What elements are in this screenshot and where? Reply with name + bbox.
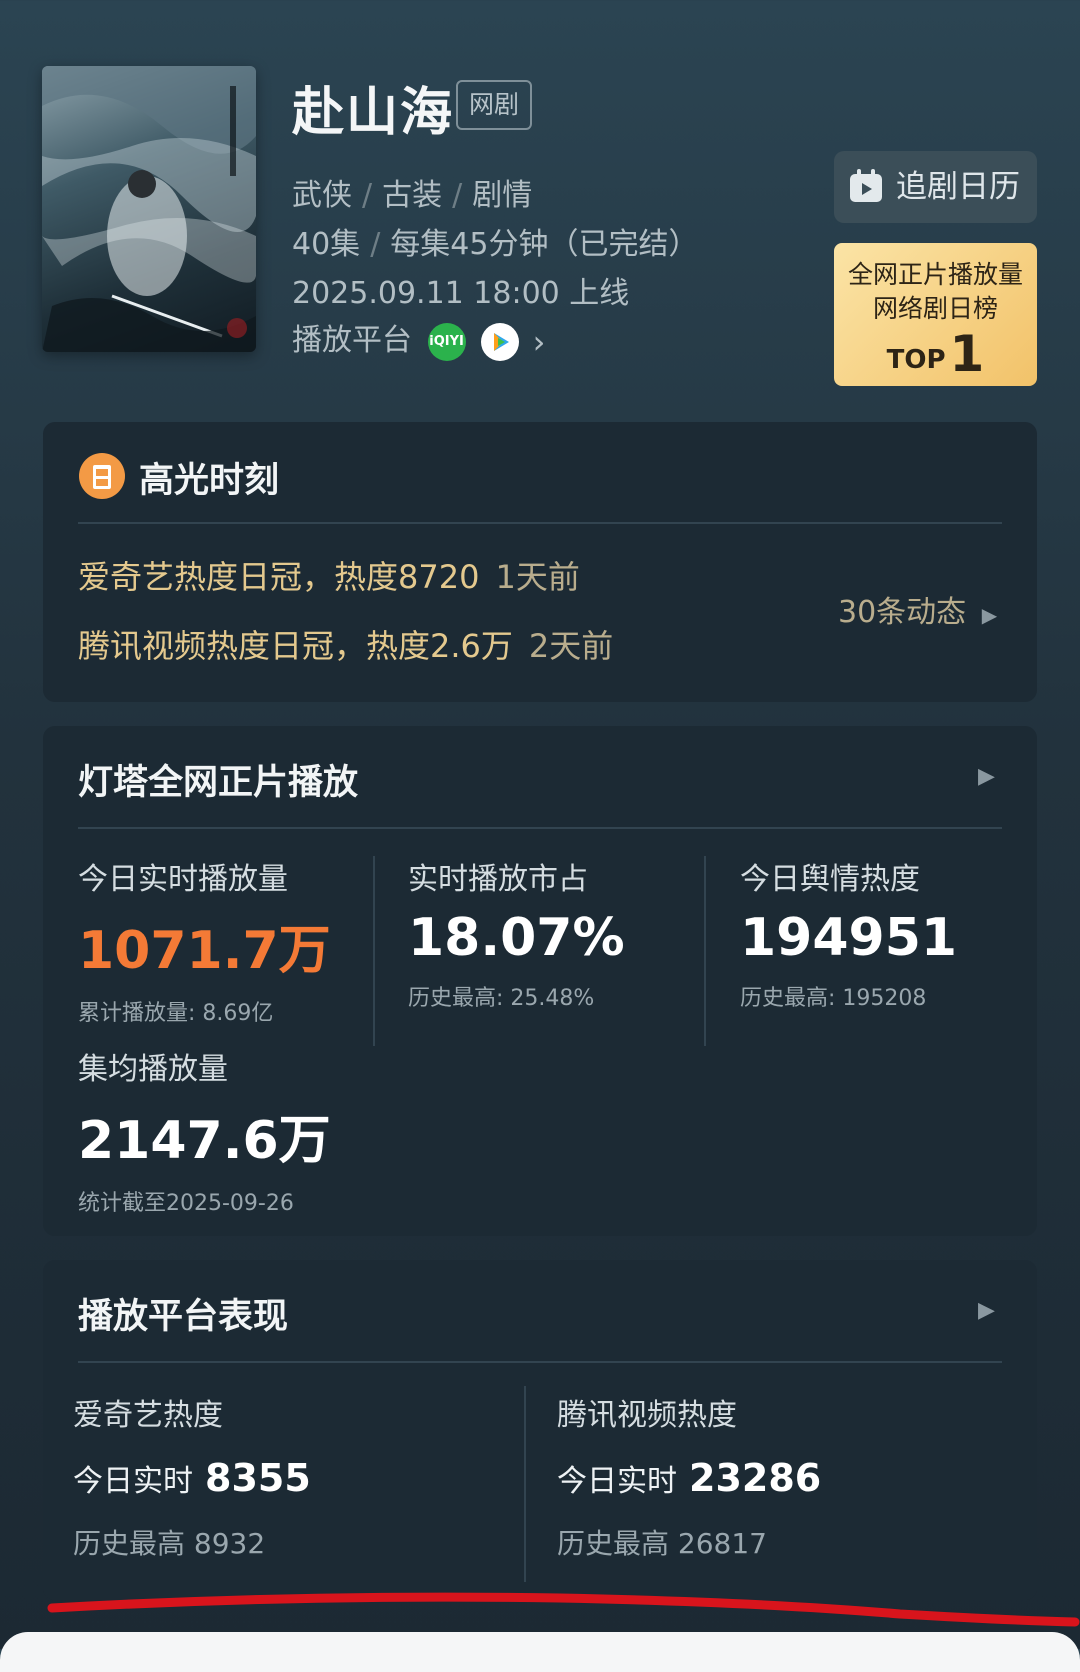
genre-line: 武侠 / 古装 / 剧情	[292, 178, 533, 213]
highlight-item-text: 爱奇艺热度日冠，热度8720	[78, 558, 480, 596]
platform-now-value: 23286	[689, 1456, 822, 1500]
ranking-badge-line1: 全网正片播放量	[847, 260, 1023, 289]
stat-label: 今日舆情热度	[740, 862, 920, 897]
divider	[524, 1386, 526, 1582]
platform-performance-card[interactable]: 播放平台表现 ▶ 爱奇艺热度 今日实时 8355 历史最高 8932 腾讯视频热度…	[43, 1260, 1037, 1600]
platform-now-label: 今日实时	[557, 1464, 677, 1499]
platform-stat-history: 历史最高 26817	[557, 1527, 767, 1560]
divider	[704, 856, 706, 1046]
stat-value: 194951	[740, 908, 958, 968]
calendar-button-label: 追剧日历	[896, 169, 1020, 205]
stat-value: 1071.7万	[78, 921, 331, 981]
highlight-item-time: 2天前	[528, 627, 614, 665]
divider	[78, 1361, 1002, 1363]
stat-label: 实时播放市占	[408, 862, 588, 897]
bottom-sheet-edge	[0, 1632, 1080, 1672]
drama-poster[interactable]	[42, 66, 256, 352]
stat-sub: 累计播放量: 8.69亿	[78, 1001, 274, 1026]
red-underline-annotation	[47, 1592, 1080, 1627]
genre-tag[interactable]: 剧情	[472, 178, 532, 213]
episode-count: 40集	[292, 227, 361, 262]
triangle-right-icon[interactable]: ▶	[978, 1298, 995, 1323]
episode-line: 40集 / 每集45分钟（已完结）	[292, 227, 699, 262]
highlights-card[interactable]: 高光时刻 爱奇艺热度日冠，热度8720 1天前 腾讯视频热度日冠，热度2.6万 2天…	[43, 422, 1037, 702]
platform-performance-title: 播放平台表现	[78, 1297, 289, 1337]
more-updates-link[interactable]: 30条动态 ▶	[838, 587, 997, 631]
more-updates-label: 30条动态	[838, 595, 967, 630]
genre-tag[interactable]: 古装	[382, 178, 442, 213]
platform-stat-history: 历史最高 8932	[73, 1527, 266, 1560]
stat-avg-episode-plays: 集均播放量 2147.6万 统计截至2025-09-26	[78, 1044, 331, 1217]
drama-type-tag: 网剧	[456, 80, 532, 130]
highlight-film-icon	[79, 453, 125, 499]
ranking-badge[interactable]: 全网正片播放量 网络剧日榜 TOP1	[834, 243, 1037, 386]
divider	[78, 827, 1002, 829]
stat-sub: 历史最高: 25.48%	[408, 986, 595, 1011]
platform-row[interactable]: 播放平台 iQIYI ›	[292, 315, 545, 361]
platform-stat-now: 今日实时 8355	[73, 1456, 311, 1500]
highlight-item[interactable]: 爱奇艺热度日冠，热度8720 1天前	[78, 552, 580, 598]
ranking-badge-line2: 网络剧日榜	[872, 294, 998, 323]
highlight-item-time: 1天前	[495, 558, 580, 596]
lighthouse-title: 灯塔全网正片播放	[78, 763, 359, 803]
drama-title: 赴山海	[292, 83, 455, 143]
highlights-title: 高光时刻	[139, 461, 280, 501]
platform-stat-now: 今日实时 23286	[557, 1456, 821, 1500]
highlight-item[interactable]: 腾讯视频热度日冠，热度2.6万 2天前	[78, 621, 613, 667]
stat-sub: 历史最高: 195208	[740, 986, 927, 1011]
genre-tag[interactable]: 武侠	[292, 178, 352, 213]
calendar-icon	[850, 169, 882, 202]
stat-label: 集均播放量	[78, 1052, 228, 1087]
stat-sentiment-heat: 今日舆情热度 194951 历史最高: 195208	[740, 854, 957, 1012]
episode-duration: 每集45分钟（已完结）	[390, 227, 699, 262]
stat-realtime-plays: 今日实时播放量 1071.7万 累计播放量: 8.69亿	[78, 854, 331, 1027]
platform-stat-tencent: 腾讯视频热度 今日实时 23286 历史最高 26817	[557, 1390, 821, 1562]
lighthouse-card[interactable]: 灯塔全网正片播放 ▶ 今日实时播放量 1071.7万 累计播放量: 8.69亿 …	[43, 726, 1037, 1236]
platform-now-label: 今日实时	[73, 1464, 193, 1499]
stat-market-share: 实时播放市占 18.07% 历史最高: 25.48%	[408, 854, 625, 1012]
release-date: 2025.09.11 18:00 上线	[292, 276, 630, 311]
triangle-right-icon: ▶	[981, 603, 998, 627]
chevron-right-icon[interactable]: ›	[533, 323, 546, 361]
triangle-right-icon[interactable]: ▶	[978, 764, 995, 789]
ranking-top-label: TOP	[886, 345, 946, 375]
tencent-video-logo-icon[interactable]	[481, 322, 520, 361]
platform-stat-name: 爱奇艺热度	[73, 1398, 223, 1433]
platform-label: 播放平台	[292, 323, 412, 358]
stat-sub: 统计截至2025-09-26	[78, 1191, 294, 1216]
highlight-item-text: 腾讯视频热度日冠，热度2.6万	[78, 627, 513, 665]
platform-now-value: 8355	[205, 1456, 311, 1500]
follow-calendar-button[interactable]: 追剧日历	[834, 151, 1037, 223]
divider	[78, 522, 1002, 524]
ranking-number: 1	[949, 325, 985, 383]
platform-stat-iqiyi: 爱奇艺热度 今日实时 8355 历史最高 8932	[73, 1390, 311, 1562]
platform-stat-name: 腾讯视频热度	[557, 1398, 737, 1433]
stat-label: 今日实时播放量	[78, 862, 288, 897]
iqiyi-logo-icon[interactable]: iQIYI	[427, 322, 466, 361]
stat-value: 18.07%	[408, 908, 625, 968]
poster-artwork	[42, 66, 256, 352]
divider	[373, 856, 375, 1046]
stat-value: 2147.6万	[78, 1111, 331, 1171]
